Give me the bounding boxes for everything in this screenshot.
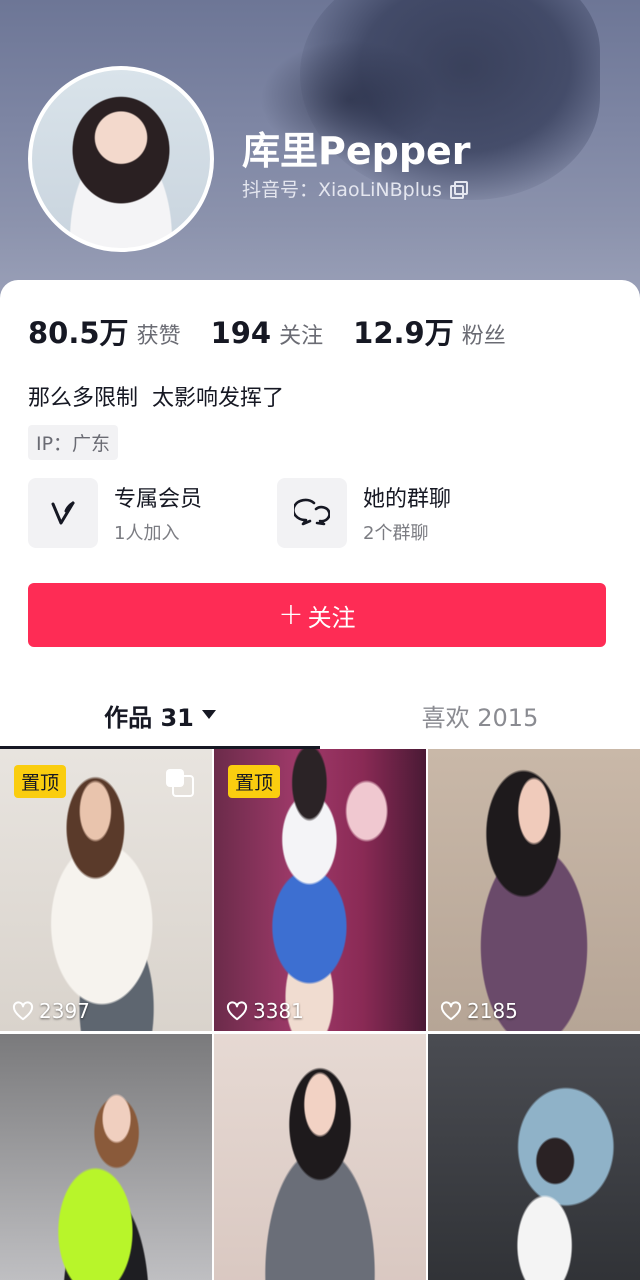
multi-image-icon	[166, 769, 194, 797]
follow-button-label: 关注	[307, 603, 356, 632]
stat-label: 关注	[279, 324, 324, 349]
douyin-id[interactable]: 抖音号：XiaoLiNBplus	[242, 175, 468, 202]
ip-location-tag: IP：广东	[28, 425, 119, 460]
stat-likes[interactable]: 80.5万 获赞	[28, 310, 181, 352]
pinned-badge: 置顶	[228, 765, 281, 798]
video-thumbnail[interactable]: 置顶 2397	[0, 749, 212, 1031]
plus-icon: +	[278, 597, 304, 632]
follow-button[interactable]: + 关注	[28, 583, 606, 647]
vip-v-icon	[28, 478, 98, 548]
feature-group-chat[interactable]: 她的群聊 2个群聊	[277, 478, 451, 548]
like-count-text: 2185	[467, 999, 518, 1023]
heart-icon	[12, 1001, 34, 1021]
like-count: 2397	[12, 999, 90, 1023]
group-chat-icon	[277, 478, 347, 548]
video-thumbnail[interactable]	[428, 1034, 640, 1280]
video-thumbnail[interactable]: 2185	[428, 749, 640, 1031]
content-tabs: 作品 31 喜欢 2015	[0, 688, 640, 749]
like-count: 3381	[226, 999, 304, 1023]
profile-sheet: 80.5万 获赞 194 关注 12.9万 粉丝 那么多限制 太影响发挥了 IP…	[0, 280, 640, 1280]
feature-subtitle: 1人加入	[114, 523, 180, 544]
tab-likes-label: 喜欢 2015	[421, 704, 539, 732]
stats-row: 80.5万 获赞 194 关注 12.9万 粉丝	[28, 310, 506, 352]
feature-subtitle: 2个群聊	[363, 523, 429, 544]
video-thumbnail[interactable]	[0, 1034, 212, 1280]
tab-works-label: 作品 31	[104, 704, 194, 732]
douyin-id-text: 抖音号：XiaoLiNBplus	[242, 179, 442, 201]
like-count-text: 3381	[253, 999, 304, 1023]
stat-label: 获赞	[136, 324, 181, 349]
tab-works[interactable]: 作品 31	[0, 688, 320, 748]
stat-following[interactable]: 194 关注	[211, 316, 324, 350]
stat-number: 80.5万	[28, 316, 129, 350]
heart-icon	[226, 1001, 248, 1021]
profile-header: 库里Pepper 抖音号：XiaoLiNBplus	[0, 0, 640, 300]
feature-vip-membership[interactable]: 专属会员 1人加入	[28, 478, 202, 548]
stat-followers[interactable]: 12.9万 粉丝	[353, 310, 506, 352]
pinned-badge: 置顶	[14, 765, 67, 798]
feature-title: 专属会员	[114, 487, 203, 512]
tab-likes[interactable]: 喜欢 2015	[320, 688, 640, 748]
stat-number: 194	[210, 316, 272, 350]
avatar[interactable]	[28, 66, 214, 252]
feature-title: 她的群聊	[363, 487, 452, 512]
stat-number: 12.9万	[353, 316, 454, 350]
video-thumbnail[interactable]	[214, 1034, 426, 1280]
bio-text: 那么多限制 太影响发挥了	[28, 386, 284, 411]
copy-icon[interactable]	[449, 180, 468, 199]
heart-icon	[440, 1001, 462, 1021]
username: 库里Pepper	[242, 129, 471, 173]
like-count-text: 2397	[39, 999, 90, 1023]
works-grid: 置顶 2397 置顶 3381 2185	[0, 749, 640, 1280]
caret-down-icon	[201, 710, 216, 719]
video-thumbnail[interactable]: 置顶 3381	[214, 749, 426, 1031]
like-count: 2185	[440, 999, 518, 1023]
stat-label: 粉丝	[461, 324, 506, 349]
